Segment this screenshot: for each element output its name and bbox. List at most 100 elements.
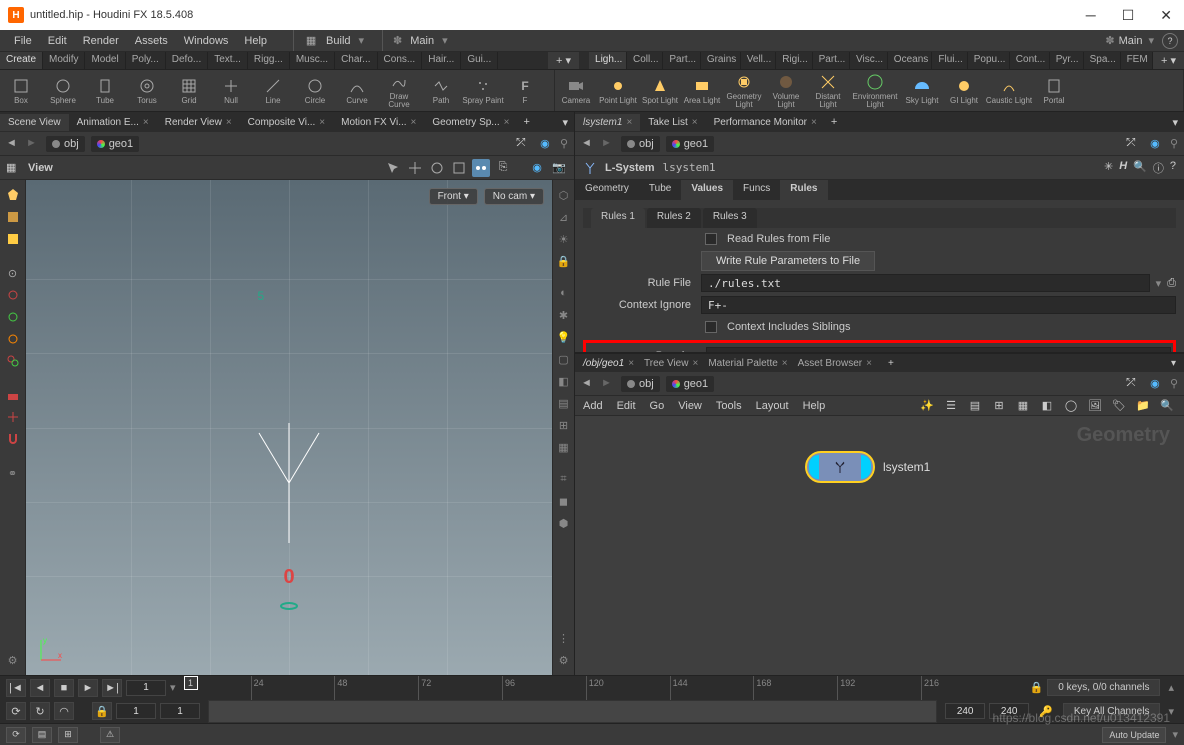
lock-icon[interactable]: 🔒: [555, 252, 573, 270]
help-icon[interactable]: ?: [1162, 33, 1178, 49]
tool-null[interactable]: Null: [210, 70, 252, 111]
snap-multi-icon[interactable]: [4, 352, 22, 370]
menu-help[interactable]: Help: [236, 33, 275, 49]
tool-camera[interactable]: Camera: [555, 70, 597, 111]
snap-curves-icon[interactable]: [4, 286, 22, 304]
shade-icon[interactable]: ◼: [555, 492, 573, 510]
shelf-tab-fem[interactable]: FEM: [1121, 52, 1153, 69]
tag-icon[interactable]: 🏷: [1110, 397, 1128, 415]
camera-mask-icon[interactable]: ▦: [555, 438, 573, 456]
tool-volume-light[interactable]: Volume Light: [765, 70, 807, 111]
shelf-tab-deform[interactable]: Defo...: [166, 52, 208, 69]
shelf-tab-containers[interactable]: Cont...: [1010, 52, 1050, 69]
pin-icon[interactable]: ⚲: [1170, 377, 1178, 390]
layout-icon[interactable]: ▦: [1014, 397, 1032, 415]
tool-caustic-light[interactable]: Caustic Light: [985, 70, 1033, 111]
folder-icon[interactable]: 📁: [1134, 397, 1152, 415]
handle-mode-icon[interactable]: [406, 159, 424, 177]
rotate-mode-icon[interactable]: [428, 159, 446, 177]
nav-back-icon[interactable]: ◄: [581, 137, 595, 151]
tool-gi-light[interactable]: GI Light: [943, 70, 985, 111]
context-ignore-input[interactable]: [701, 296, 1176, 314]
shelf-tab-texture[interactable]: Text...: [208, 52, 248, 69]
tab-add[interactable]: +: [882, 356, 900, 371]
menu-windows[interactable]: Windows: [176, 33, 237, 49]
bullseye-icon[interactable]: ◉: [536, 135, 554, 153]
shelf-tab-hair[interactable]: Hair...: [422, 52, 461, 69]
net-menu-layout[interactable]: Layout: [756, 400, 789, 412]
shape-icon[interactable]: ◯: [1062, 397, 1080, 415]
tool-area-light[interactable]: Area Light: [681, 70, 723, 111]
snap-points-icon[interactable]: ⊙: [4, 264, 22, 282]
net-menu-tools[interactable]: Tools: [716, 400, 742, 412]
snapshot-icon[interactable]: 📷: [550, 159, 568, 177]
play-first-button[interactable]: |◄: [6, 679, 26, 697]
help-icon[interactable]: ?: [1170, 160, 1176, 176]
display-options-icon[interactable]: ⚙: [4, 651, 22, 669]
tab-render-view[interactable]: Render View×: [157, 114, 240, 131]
path-obj[interactable]: obj: [46, 136, 85, 152]
display-normals-icon[interactable]: ⊿: [555, 208, 573, 226]
range-start-input[interactable]: [116, 703, 156, 719]
radial-main-right[interactable]: Main: [1119, 35, 1143, 47]
cplane-icon[interactable]: [4, 386, 22, 404]
gear-icon[interactable]: ✳: [1104, 160, 1113, 176]
shelf-tab-constraints[interactable]: Cons...: [378, 52, 423, 69]
tool-sphere[interactable]: Sphere: [42, 70, 84, 111]
list-icon[interactable]: ☰: [942, 397, 960, 415]
select-mode-icon[interactable]: [384, 159, 402, 177]
play-stop-button[interactable]: ■: [54, 679, 74, 697]
tool-torus[interactable]: Torus: [126, 70, 168, 111]
tool-curve[interactable]: Curve: [336, 70, 378, 111]
shelf-tab-viscous[interactable]: Visc...: [850, 52, 888, 69]
param-tab-tube[interactable]: Tube: [639, 180, 681, 200]
radial-right-dropdown[interactable]: ▾: [1148, 34, 1154, 47]
tool-circle[interactable]: Circle: [294, 70, 336, 111]
siblings-checkbox[interactable]: [705, 321, 717, 333]
range-lock-button[interactable]: 🔒: [92, 702, 112, 720]
tool-path[interactable]: Path: [420, 70, 462, 111]
tab-scene-view[interactable]: Scene View: [0, 114, 69, 131]
brain-button[interactable]: ⊞: [58, 727, 78, 743]
network-canvas[interactable]: Geometry lsystem1: [575, 416, 1184, 675]
range-end-input[interactable]: [989, 703, 1029, 719]
info-icon[interactable]: ⓘ: [1153, 160, 1164, 176]
shelf-tab-pyro[interactable]: Pyr...: [1050, 52, 1084, 69]
radial-main[interactable]: Main: [410, 35, 434, 47]
menu-file[interactable]: File: [6, 33, 40, 49]
shelf-tab-vellum[interactable]: Vell...: [741, 52, 776, 69]
realtime-toggle-button[interactable]: ⟳: [6, 702, 26, 720]
net-menu-go[interactable]: Go: [650, 400, 665, 412]
field-guide-icon[interactable]: ▤: [555, 394, 573, 412]
align-icon[interactable]: [4, 408, 22, 426]
tab-add[interactable]: +: [825, 114, 843, 130]
nav-forward-icon[interactable]: ►: [601, 137, 615, 151]
chevron-down-icon[interactable]: ▾: [1164, 705, 1178, 718]
snap-icon[interactable]: [472, 159, 490, 177]
key-all-channels-button[interactable]: Key All Channels: [1063, 703, 1161, 720]
shelf-tab-collisions[interactable]: Coll...: [627, 52, 663, 69]
net-menu-edit[interactable]: Edit: [617, 400, 636, 412]
nav-back-icon[interactable]: ◄: [581, 377, 595, 391]
cook-button[interactable]: ⟳: [6, 727, 26, 743]
shelf-tab-particles[interactable]: Part...: [663, 52, 700, 69]
tab-composite-view[interactable]: Composite Vi...×: [240, 114, 333, 131]
view-menu-icon[interactable]: ▦: [6, 161, 20, 174]
chevron-up-icon[interactable]: ▴: [1164, 681, 1178, 694]
current-frame-input[interactable]: [126, 680, 166, 696]
tool-point-light[interactable]: Point Light: [597, 70, 639, 111]
snap-prim-icon[interactable]: [4, 330, 22, 348]
net-menu-add[interactable]: Add: [583, 400, 603, 412]
net-menu-view[interactable]: View: [678, 400, 702, 412]
play-last-button[interactable]: ►|: [102, 679, 122, 697]
bg-icon[interactable]: ▢: [555, 350, 573, 368]
magnet-icon[interactable]: [4, 430, 22, 448]
display-opts-icon[interactable]: ⋮: [555, 629, 573, 647]
render-icon[interactable]: ◉: [528, 159, 546, 177]
tab-parameters[interactable]: lsystem1×: [575, 114, 640, 131]
nav-forward-icon[interactable]: ►: [26, 137, 40, 151]
shelf-tab-particle-fluids[interactable]: Part...: [813, 52, 850, 69]
loop-button[interactable]: ↻: [30, 702, 50, 720]
path-geo1[interactable]: geo1: [666, 136, 714, 152]
key-icon[interactable]: 🔑: [1033, 705, 1059, 718]
